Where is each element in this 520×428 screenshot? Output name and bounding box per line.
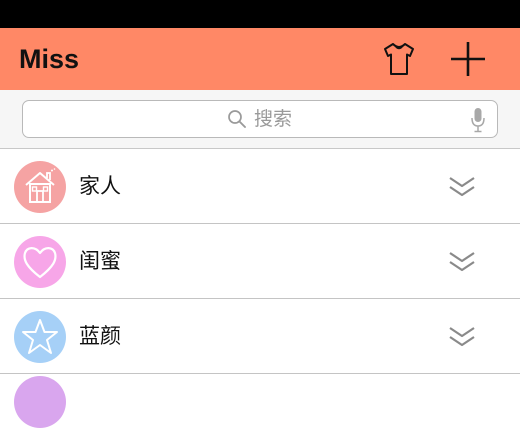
group-label: 闺蜜: [79, 249, 121, 273]
shirt-button[interactable]: [376, 36, 422, 82]
group-avatar: [14, 236, 66, 288]
microphone-button[interactable]: [471, 107, 485, 137]
status-bar: [0, 0, 520, 28]
microphone-icon: [471, 108, 485, 133]
search-placeholder: 搜索: [254, 108, 293, 130]
search-input[interactable]: 搜索: [22, 100, 498, 138]
add-button[interactable]: [445, 36, 491, 82]
nav-bar: Miss: [0, 28, 520, 90]
chevron-down-icon[interactable]: [448, 250, 476, 274]
group-list: 家人 闺蜜 蓝颜: [0, 149, 520, 374]
group-avatar-partial: [14, 376, 66, 428]
group-avatar: [14, 311, 66, 363]
group-row-besties[interactable]: 闺蜜: [0, 224, 520, 299]
heart-icon: [23, 247, 57, 279]
shirt-icon: [384, 43, 414, 75]
group-label: 蓝颜: [79, 324, 121, 348]
house-icon: [25, 168, 56, 203]
group-row-blue[interactable]: 蓝颜: [0, 299, 520, 374]
star-icon: [22, 319, 58, 354]
search-icon: [228, 110, 246, 128]
plus-icon: [451, 42, 485, 76]
chevron-down-icon[interactable]: [448, 325, 476, 349]
group-row-family[interactable]: 家人: [0, 149, 520, 224]
group-avatar: [14, 161, 66, 213]
nav-title: Miss: [19, 44, 80, 74]
search-bar: 搜索: [0, 90, 520, 149]
group-label: 家人: [79, 174, 121, 198]
chevron-down-icon[interactable]: [448, 175, 476, 199]
